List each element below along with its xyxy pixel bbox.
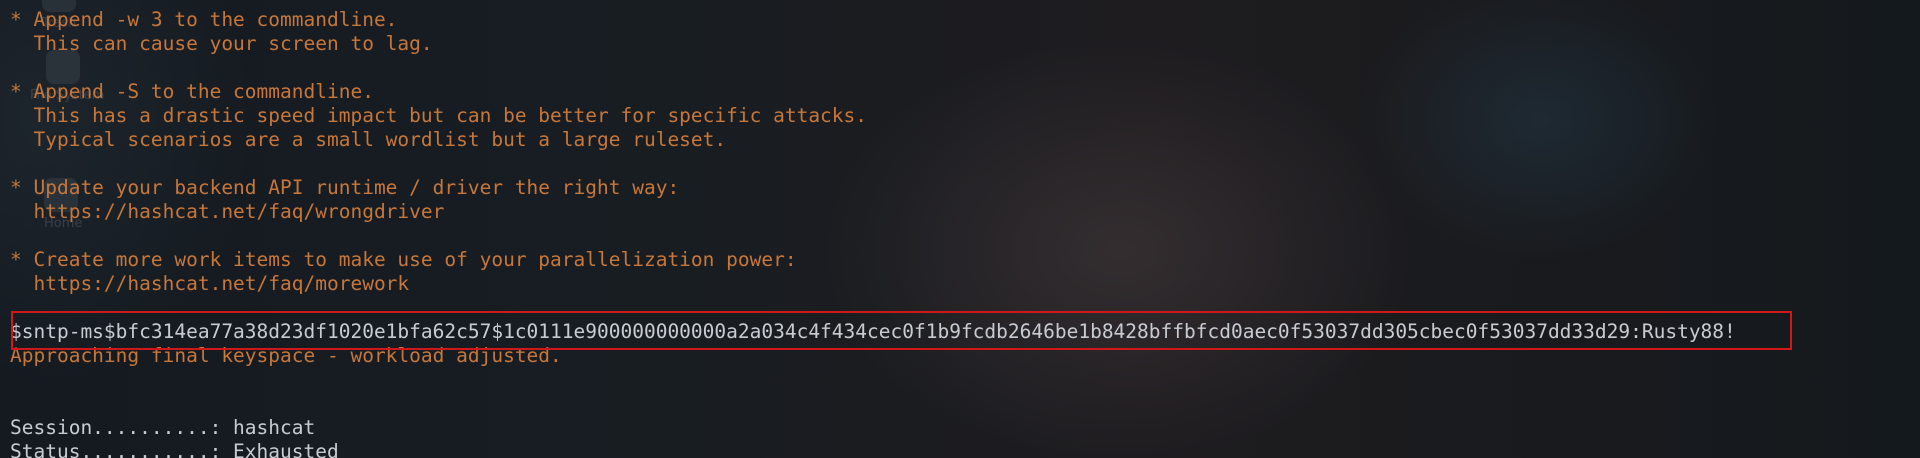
terminal-line: * Create more work items to make use of … [10,248,797,271]
terminal-line: https://hashcat.net/faq/morework [10,272,410,295]
terminal-line: * Update your backend API runtime / driv… [10,176,680,199]
terminal-line: * Append -S to the commandline. [10,80,374,103]
terminal-line: This has a drastic speed impact but can … [10,104,868,127]
terminal-line: * Append -w 3 to the commandline. [10,8,398,31]
terminal-line: This can cause your screen to lag. [10,32,433,55]
terminal-line: Typical scenarios are a small wordlist b… [10,128,727,151]
session-status-line: Session..........: hashcat [10,416,316,439]
highlight-box [11,311,1792,350]
status-line: Status...........: Exhausted [10,440,339,458]
terminal-line: https://hashcat.net/faq/wrongdriver [10,200,445,223]
terminal-window[interactable]: Trash File System Home * Append -w 3 to … [0,0,1920,458]
